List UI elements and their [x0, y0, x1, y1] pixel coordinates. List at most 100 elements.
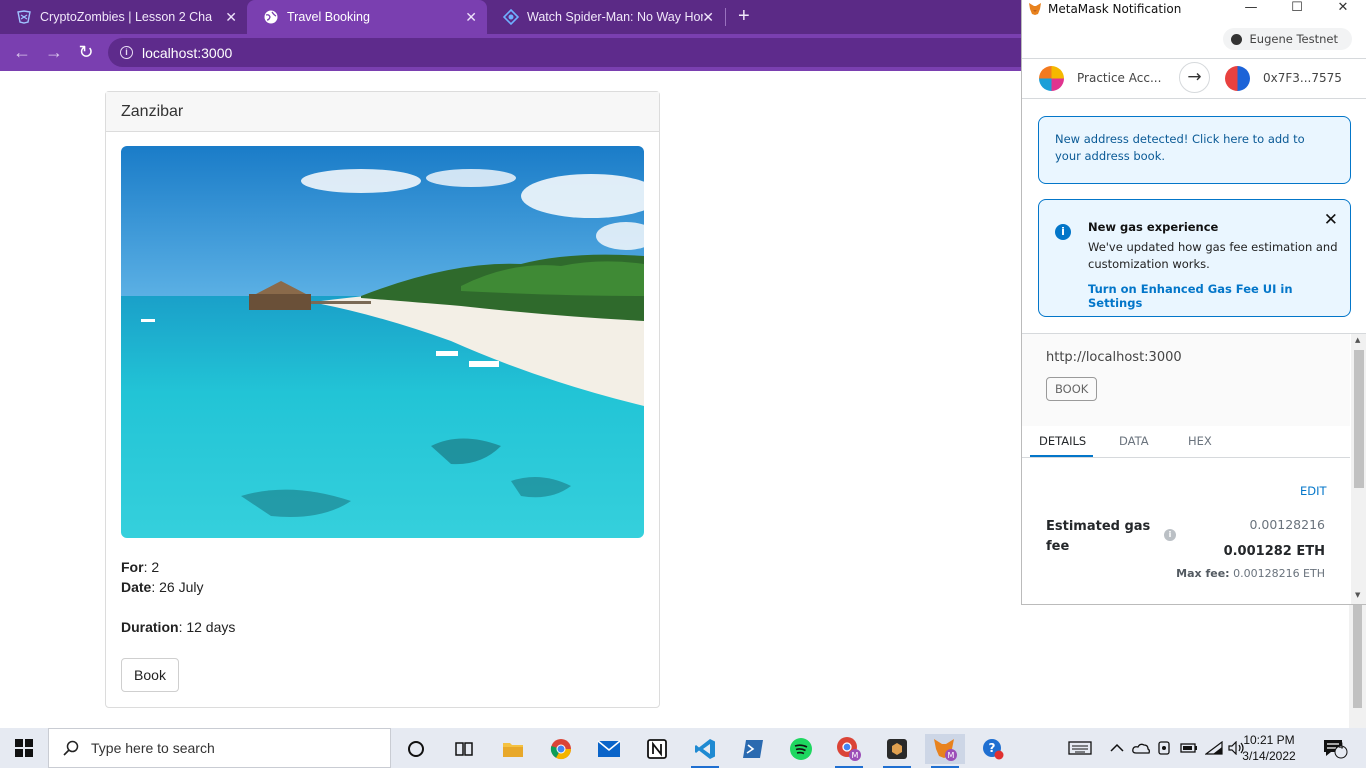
recipient-address[interactable]: 0x7F3...7575 — [1263, 71, 1342, 85]
book-button[interactable]: Book — [121, 658, 179, 692]
network-dot-icon — [1230, 33, 1242, 45]
page-scrollbar[interactable] — [1349, 605, 1366, 728]
task-view-icon[interactable] — [444, 734, 484, 764]
metamask-taskbar-icon[interactable]: M — [925, 734, 965, 768]
gas-value-eth: 0.001282 ETH — [1223, 544, 1325, 559]
spotify-icon[interactable] — [781, 734, 821, 764]
site-info-icon[interactable]: i — [120, 46, 133, 59]
duration-label: Duration — [121, 619, 179, 635]
help-icon[interactable]: ? — [973, 734, 1013, 764]
scrollbar-thumb[interactable] — [1353, 605, 1362, 708]
request-origin-area: http://localhost:3000 BOOK — [1022, 334, 1350, 426]
svg-text:M: M — [852, 751, 859, 760]
scroll-down-icon[interactable]: ▼ — [1355, 591, 1360, 599]
metamask-window-title: MetaMask Notification — [1048, 1, 1182, 16]
address-url: localhost:3000 — [142, 44, 233, 61]
metamask-popup: MetaMask Notification — ☐ ✕ Eugene Testn… — [1021, 0, 1366, 605]
onedrive-icon[interactable] — [1132, 728, 1150, 768]
gas-info-icon[interactable]: i — [1164, 529, 1176, 541]
gas-alert-body: We've updated how gas fee estimation and… — [1088, 240, 1338, 271]
taskbar-search[interactable]: Type here to search — [48, 728, 391, 768]
show-hidden-icons[interactable] — [1110, 728, 1124, 768]
system-clock[interactable]: 10:21 PM 3/14/2022 — [1238, 732, 1300, 764]
request-origin: http://localhost:3000 — [1046, 350, 1182, 365]
chrome-icon[interactable] — [541, 734, 581, 764]
search-placeholder: Type here to search — [91, 740, 215, 756]
reload-icon[interactable]: ↻ — [74, 40, 98, 64]
close-window-icon[interactable]: ✕ — [1333, 0, 1353, 15]
date-value: : 26 July — [151, 579, 204, 595]
tab-title: Watch Spider-Man: No Way Home — [527, 10, 703, 24]
cortana-icon[interactable] — [396, 734, 436, 764]
sender-account-name[interactable]: Practice Acc... — [1077, 71, 1161, 85]
sender-recipient-row: Practice Acc... → 0x7F3...7575 — [1022, 58, 1366, 98]
edit-gas-button[interactable]: EDIT — [1300, 484, 1327, 498]
popup-scrollbar[interactable]: ▲ ▼ — [1351, 334, 1366, 604]
close-icon[interactable]: ✕ — [1324, 210, 1338, 230]
network-selector[interactable]: Eugene Testnet — [1222, 28, 1352, 50]
tab-travel-booking[interactable]: Travel Booking ✕ — [247, 0, 487, 34]
tab-details[interactable]: DETAILS — [1039, 434, 1086, 448]
cryptozombies-icon — [17, 10, 31, 24]
enhanced-gas-settings-link[interactable]: Turn on Enhanced Gas Fee UI in Settings — [1088, 282, 1350, 310]
notion-icon[interactable] — [637, 734, 677, 764]
metamask-titlebar: MetaMask Notification — [1022, 0, 1366, 17]
tab-data[interactable]: DATA — [1119, 434, 1149, 448]
max-fee-label: Max fee: — [1176, 567, 1230, 580]
scroll-up-icon[interactable]: ▲ — [1355, 336, 1360, 344]
scrollbar-thumb[interactable] — [1354, 350, 1364, 488]
new-address-alert[interactable]: New address detected! Click here to add … — [1038, 116, 1351, 184]
metamask-fox-icon — [1029, 2, 1041, 15]
svg-text:M: M — [948, 751, 955, 760]
powershell-icon[interactable] — [733, 734, 773, 764]
divider — [1022, 98, 1366, 99]
tab-cryptozombies[interactable]: CryptoZombies | Lesson 2 Chapter ✕ — [0, 0, 247, 34]
close-tab-icon[interactable]: ✕ — [702, 9, 714, 26]
tab-hex[interactable]: HEX — [1188, 434, 1212, 448]
device-icon[interactable] — [1157, 728, 1171, 768]
globe-icon — [264, 10, 278, 24]
system-tray — [1068, 728, 1092, 768]
chrome-profile-icon[interactable]: M — [829, 734, 869, 768]
keyboard-icon[interactable] — [1068, 740, 1092, 756]
for-label: For — [121, 559, 144, 575]
wifi-icon[interactable] — [1205, 728, 1223, 768]
app-box-icon[interactable] — [877, 734, 917, 768]
date-label: Date — [121, 579, 152, 595]
info-date: Date: 26 July — [121, 579, 204, 595]
streaming-site-icon — [503, 9, 519, 25]
recipient-avatar — [1225, 66, 1250, 91]
destination-photo — [121, 146, 644, 538]
tab-title: CryptoZombies | Lesson 2 Chapter — [40, 10, 212, 24]
card-title: Zanzibar — [106, 92, 659, 132]
mail-icon[interactable] — [589, 734, 629, 764]
windows-logo-icon — [15, 739, 33, 757]
address-bar[interactable]: i localhost:3000 — [108, 38, 1108, 67]
minimize-icon[interactable]: — — [1241, 0, 1261, 15]
tab-spiderman[interactable]: Watch Spider-Man: No Way Home ✕ — [487, 0, 724, 34]
file-explorer-icon[interactable] — [493, 734, 533, 764]
start-button[interactable] — [0, 728, 48, 768]
clock-date: 3/14/2022 — [1242, 749, 1296, 763]
info-duration: Duration: 12 days — [121, 619, 235, 635]
vscode-icon[interactable] — [685, 734, 725, 768]
selected-tab-indicator — [1030, 455, 1093, 457]
estimated-gas-label: Estimated gas fee — [1046, 519, 1151, 554]
for-value: : 2 — [143, 559, 160, 575]
tab-separator — [725, 8, 726, 26]
close-tab-icon[interactable]: ✕ — [225, 9, 237, 26]
forward-arrow-icon[interactable]: → — [42, 40, 66, 64]
maximize-icon[interactable]: ☐ — [1287, 0, 1307, 15]
max-fee-value: 0.00128216 ETH — [1233, 567, 1325, 580]
gas-value-secondary: 0.00128216 — [1249, 517, 1325, 532]
tab-title: Travel Booking — [287, 10, 370, 24]
close-tab-icon[interactable]: ✕ — [465, 9, 477, 26]
sender-avatar — [1039, 66, 1064, 91]
back-arrow-icon[interactable]: ← — [10, 40, 34, 64]
clock-time: 10:21 PM — [1243, 733, 1295, 747]
chevron-up-icon — [1110, 743, 1124, 752]
notification-center[interactable]: 4 — [1322, 728, 1348, 768]
battery-icon[interactable] — [1180, 728, 1198, 768]
new-tab-icon[interactable]: + — [738, 5, 750, 28]
info-icon: i — [1055, 224, 1071, 240]
